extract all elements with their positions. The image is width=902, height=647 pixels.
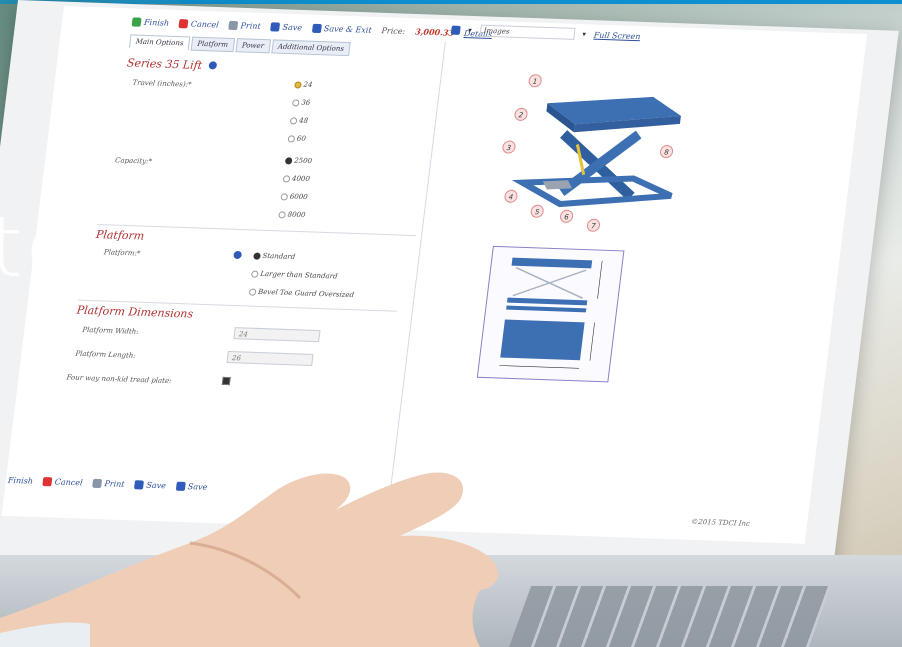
info-icon[interactable] [208,61,218,70]
tab-main-options[interactable]: Main Options [128,34,191,51]
full-screen-link[interactable]: Full Screen [593,30,641,41]
radio-icon [250,270,259,278]
tab-platform[interactable]: Platform [190,36,235,53]
price-label: Price: [381,25,406,36]
travel-option-24[interactable]: 24 [294,80,313,89]
finish-button[interactable]: Finish [131,16,170,27]
save-exit-icon [311,23,322,33]
diagram-platform-lowered [506,297,588,306]
diagram-base [506,305,587,313]
lift-image: 1 2 3 4 5 6 7 8 [502,74,681,232]
diagram-scissor-line [512,269,587,297]
save-exit-button[interactable]: Save & Exit [311,23,372,34]
diagram-plan-view [500,319,585,361]
capacity-label: Capacity:* [114,156,153,166]
platform-title: Platform [95,227,145,243]
radio-icon [253,252,261,260]
cancel-icon [178,18,189,28]
travel-label: Travel (inches):* [132,78,192,89]
series-title: Series 35 Lift [126,56,203,73]
capacity-option-4000[interactable]: 4000 [282,174,310,183]
tread-plate-label: Four way non-kid tread plate: [66,373,172,386]
radio-icon [284,156,293,165]
travel-option-60[interactable]: 60 [287,134,306,143]
platform-option-larger[interactable]: Larger than Standard [250,270,338,281]
view-select[interactable]: Images [479,24,576,40]
dimensions-title: Platform Dimensions [76,303,194,321]
view-icon[interactable] [450,25,461,35]
diagram-dimension-line [589,322,595,361]
platform-length-label: Platform Length: [74,349,137,360]
radio-icon [282,174,291,183]
tab-additional-options[interactable]: Additional Options [271,39,351,57]
radio-icon [287,134,296,143]
hand-photo [0,472,499,647]
radio-icon [248,288,257,296]
copyright-text: ©2015 TDCI Inc [690,517,751,528]
tab-power[interactable]: Power [235,38,271,54]
dimension-diagram [476,245,625,383]
chevron-down-icon[interactable]: ▾ [582,30,586,38]
radio-icon [280,192,289,201]
platform-option-standard[interactable]: Standard [253,252,296,261]
tread-plate-checkbox[interactable] [221,376,231,386]
options-panel: Series 35 Lift Travel (inches):* 24 36 4… [45,51,438,503]
radio-icon [291,98,300,107]
platform-label: Platform:* [103,248,141,258]
section-divider [97,223,417,237]
info-icon[interactable] [233,250,243,260]
diagram-dimension-line [597,260,603,299]
save-icon [270,21,281,32]
diagram-dimension-line [499,365,580,369]
price-value: 3,000.33 [414,26,455,38]
capacity-option-8000[interactable]: 8000 [278,210,306,219]
radio-icon [278,210,287,218]
cancel-button[interactable]: Cancel [178,18,219,29]
print-button[interactable]: Print [228,20,261,30]
capacity-option-6000[interactable]: 6000 [280,192,308,201]
travel-option-36[interactable]: 36 [291,98,311,107]
platform-width-label: Platform Width: [81,325,140,336]
platform-option-bevel[interactable]: Bevel Toe Guard Oversized [248,288,355,299]
lift-base-frame [511,175,673,208]
platform-length-input[interactable]: 26 [226,350,314,366]
print-icon [228,20,239,30]
diagram-platform-top [511,257,593,269]
travel-option-48[interactable]: 48 [289,116,308,125]
radio-icon [289,116,298,125]
dropdown-icon[interactable]: ▾ [468,26,472,34]
radio-icon [294,80,302,89]
platform-width-input[interactable]: 24 [233,327,321,343]
save-button[interactable]: Save [270,21,303,32]
capacity-option-2500[interactable]: 2500 [284,156,312,165]
finish-icon [131,16,142,27]
